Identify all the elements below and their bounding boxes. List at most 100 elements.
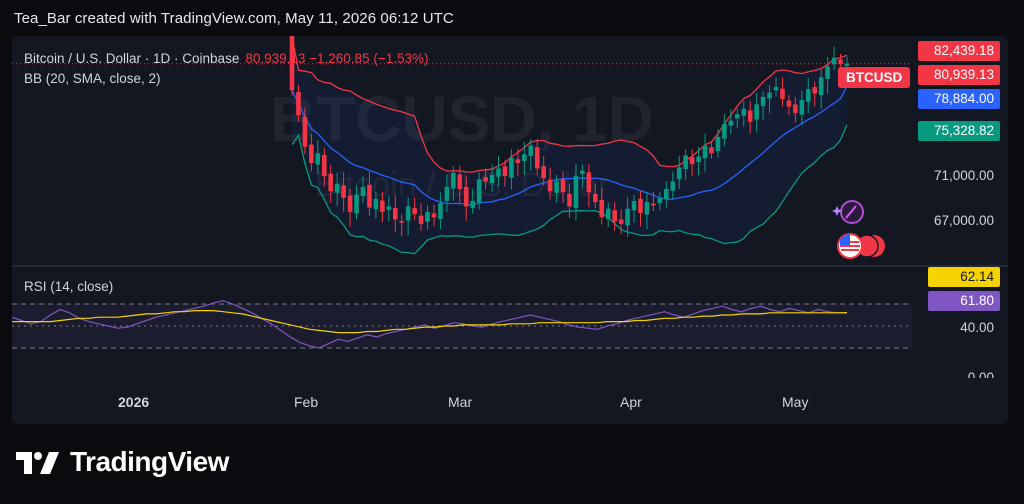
candle-body <box>328 173 334 192</box>
rsi-badge: 61.80 <box>928 291 1000 311</box>
candle-body <box>515 159 521 164</box>
time-axis-label: May <box>782 394 809 410</box>
candle-body <box>657 197 663 204</box>
rsi-pane <box>12 300 912 349</box>
candle-body <box>767 92 772 99</box>
us-flag-icon[interactable] <box>836 232 886 265</box>
candle-body <box>534 147 540 169</box>
candle-body <box>747 110 753 122</box>
rsi-legend[interactable]: RSI (14, close) <box>24 279 113 294</box>
time-axis-label: Feb <box>294 394 319 410</box>
price-badge: 82,439.18 <box>918 41 1000 61</box>
price-badge: 78,884.00 <box>918 89 1000 109</box>
candle-body <box>734 114 740 119</box>
candle-body <box>760 96 766 107</box>
candle-body <box>741 108 747 116</box>
indicator-label[interactable]: BB (20, SMA, close, 2) <box>24 69 428 89</box>
rsi-axis-label: 40.00 <box>960 320 994 335</box>
candle-body <box>509 157 514 178</box>
candle-body <box>573 176 579 209</box>
chart-legend[interactable]: Bitcoin / U.S. Dollar · 1D · Coinbase 80,… <box>24 49 428 89</box>
candle-body <box>315 153 321 165</box>
candle-body <box>638 198 643 213</box>
candle-body <box>625 208 630 226</box>
rsi-axis-label: 0.00 <box>967 370 994 378</box>
candle-body <box>683 155 688 169</box>
ticker-tag: BTCUSD <box>838 67 911 88</box>
symbol-label[interactable]: Bitcoin / U.S. Dollar · 1D · Coinbase <box>24 51 239 66</box>
candle-body <box>793 104 798 114</box>
time-axis-label: Mar <box>448 394 473 410</box>
candle-body <box>631 201 637 211</box>
candle-body <box>605 208 611 219</box>
candle-body <box>805 89 811 102</box>
candle-body <box>425 211 430 222</box>
candle-body <box>392 208 398 220</box>
candle-body <box>386 206 392 210</box>
candle-body <box>715 136 721 152</box>
candle-body <box>522 154 527 161</box>
tradingview-logo-icon <box>16 452 59 474</box>
candle-body <box>754 104 759 120</box>
candle-body <box>618 219 624 224</box>
candle-body <box>709 147 714 154</box>
candle-body <box>818 77 824 96</box>
candle-body <box>773 87 779 91</box>
candle-body <box>399 221 405 223</box>
candle-body <box>463 186 469 207</box>
candle-body <box>586 172 592 193</box>
chart-caption: Tea_Bar created with TradingView.com, Ma… <box>14 10 454 27</box>
candle-body <box>593 193 598 203</box>
candle-body <box>476 179 482 203</box>
candle-body <box>676 167 682 180</box>
candle-body <box>412 208 417 215</box>
candle-body <box>612 210 617 222</box>
candle-body <box>825 66 830 79</box>
candle-body <box>786 100 792 107</box>
candle-body <box>380 200 385 212</box>
candle-body <box>644 202 650 215</box>
candle-body <box>302 116 308 147</box>
sparkle-icon[interactable] <box>830 198 866 231</box>
candle-body <box>599 199 605 218</box>
candle-body <box>651 203 656 206</box>
candle-body <box>812 87 818 94</box>
candle-body <box>360 186 366 197</box>
candle-body <box>438 203 443 219</box>
candle-body <box>689 157 695 165</box>
candle-body <box>554 181 559 193</box>
candle-body <box>373 198 379 210</box>
time-axis-label: Apr <box>620 394 642 410</box>
rsi-badge: 62.14 <box>928 267 1000 287</box>
candle-body <box>541 166 546 179</box>
chart-panel[interactable]: BTCUSD, 1DBitcoin / U.S. Dollar Bitcoin … <box>12 36 1008 424</box>
price-axis-label: 71,000.00 <box>933 168 994 183</box>
candle-body <box>670 181 676 191</box>
candle-body <box>334 183 340 193</box>
candle-body <box>722 123 727 139</box>
candle-body <box>451 172 456 189</box>
candle-body <box>696 156 701 162</box>
candle-body <box>831 57 837 65</box>
candle-body <box>547 179 553 192</box>
candle-body <box>502 166 508 177</box>
candle-body <box>457 174 463 190</box>
time-axis-label: 2026 <box>118 394 150 410</box>
quote-label: 80,939.13 −1,260.85 (−1.53%) <box>245 51 429 66</box>
candle-body <box>405 206 411 221</box>
price-axis-label: 67,000.00 <box>933 213 994 228</box>
candle-body <box>483 177 488 182</box>
candle-body <box>341 185 346 198</box>
candle-body <box>728 120 734 126</box>
candle-body <box>347 195 353 212</box>
candle-body <box>470 201 475 209</box>
candle-body <box>296 91 301 116</box>
candle-body <box>560 179 566 193</box>
price-badge: 75,328.82 <box>918 121 1000 141</box>
candle-body <box>580 170 585 174</box>
candle-body <box>431 213 437 218</box>
candle-body <box>444 186 450 202</box>
candle-body <box>354 194 359 214</box>
candle-body <box>780 88 785 99</box>
candle-body <box>664 189 669 200</box>
